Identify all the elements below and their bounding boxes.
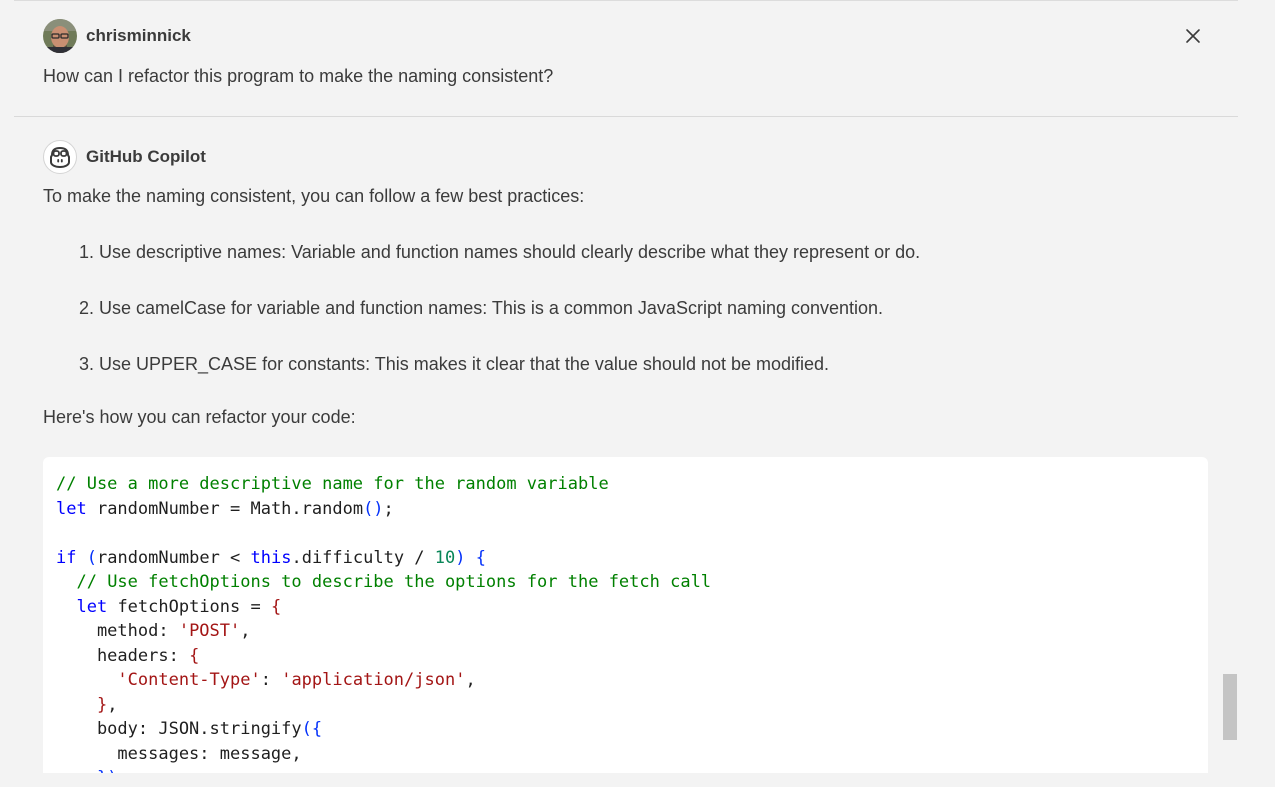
- code-line: // Use a more descriptive name for the r…: [56, 472, 711, 497]
- code-token: // Use fetchOptions to describe the opti…: [76, 572, 712, 592]
- assistant-message-header: GitHub Copilot: [43, 140, 206, 174]
- code-token: if: [56, 547, 77, 568]
- code-token: messages: message,: [56, 743, 302, 764]
- code-line: method: 'POST',: [56, 619, 711, 644]
- code-token: let: [56, 498, 87, 519]
- code-line: messages: message,: [56, 742, 711, 767]
- code-token: randomNumber = Math.random: [86, 498, 364, 519]
- code-line: },: [56, 693, 711, 718]
- code-token: ({: [301, 719, 323, 739]
- code-token: this: [250, 547, 292, 568]
- code-token: (: [86, 547, 97, 568]
- code-line: // Use fetchOptions to describe the opti…: [56, 570, 711, 595]
- code-token: (): [363, 498, 384, 519]
- user-message-header: chrisminnick: [43, 19, 191, 53]
- username: chrisminnick: [86, 26, 191, 45]
- code-token: }: [96, 694, 108, 715]
- message-divider: [14, 116, 1238, 117]
- user-question: How can I refactor this program to make …: [43, 66, 554, 86]
- refactor-intro: Here's how you can refactor your code:: [43, 407, 356, 427]
- code-token: 'application/json': [281, 670, 466, 690]
- practice-item: 3. Use UPPER_CASE for constants: This ma…: [79, 354, 830, 374]
- code-token: {: [270, 596, 282, 617]
- code-token: ;: [383, 498, 394, 519]
- user-avatar: [43, 19, 77, 53]
- code-line: }): [56, 766, 711, 773]
- code-token: headers:: [56, 645, 190, 666]
- code-token: body: JSON.stringify: [56, 719, 302, 739]
- code-token: :: [260, 670, 282, 690]
- close-icon: [1186, 29, 1200, 43]
- code-token: }): [97, 768, 117, 773]
- code-token: 'Content-Type': [117, 670, 261, 690]
- code-token: ,: [240, 621, 251, 641]
- scrollbar-thumb[interactable]: [1223, 674, 1237, 740]
- code-token: ,: [107, 694, 118, 715]
- code-token: .difficulty /: [291, 547, 435, 568]
- code-token: randomNumber <: [96, 547, 251, 568]
- code-line: body: JSON.stringify({: [56, 717, 711, 742]
- top-border: [14, 0, 1238, 1]
- code-token: ,: [465, 670, 476, 690]
- practice-item: 1. Use descriptive names: Variable and f…: [79, 242, 921, 262]
- code-token: method:: [56, 621, 179, 641]
- code-token: {: [475, 547, 486, 568]
- assistant-name: GitHub Copilot: [86, 147, 206, 166]
- code-line: let fetchOptions = {: [56, 595, 711, 620]
- close-button[interactable]: [1181, 24, 1205, 48]
- code-token: {: [189, 645, 200, 666]
- code-token: let: [76, 596, 108, 617]
- code-line: let randomNumber = Math.random();: [56, 497, 711, 522]
- code-lines: // Use a more descriptive name for the r…: [56, 472, 711, 773]
- code-token: 10: [434, 547, 456, 568]
- code-token: // Use a more descriptive name for the r…: [56, 474, 609, 494]
- code-token: fetchOptions =: [107, 596, 271, 617]
- code-line: headers: {: [56, 644, 711, 669]
- assistant-intro: To make the naming consistent, you can f…: [43, 186, 585, 206]
- code-block[interactable]: // Use a more descriptive name for the r…: [43, 457, 1208, 773]
- practice-item: 2. Use camelCase for variable and functi…: [79, 298, 884, 318]
- code-line: if (randomNumber < this.difficulty / 10)…: [56, 546, 711, 571]
- code-token: 'POST': [178, 621, 241, 641]
- copilot-icon: [43, 140, 77, 174]
- code-line: 'Content-Type': 'application/json',: [56, 668, 711, 693]
- code-token: ): [455, 547, 466, 568]
